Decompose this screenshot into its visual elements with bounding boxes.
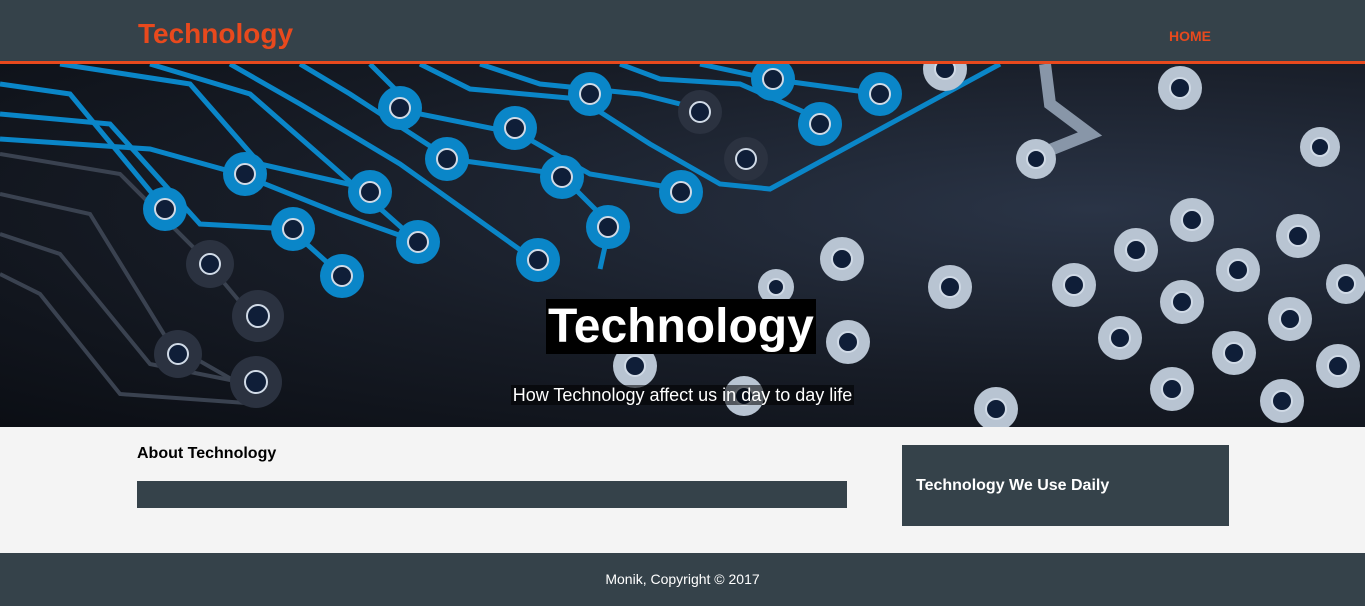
hero-title: Technology [546,299,816,354]
circuit-board-background [0,64,1365,427]
hero-banner: Technology How Technology affect us in d… [0,64,1365,427]
about-heading: About Technology [137,445,277,462]
site-header: Technology HOME [0,0,1365,64]
about-content-bar [137,481,847,508]
site-footer: Monik, Copyright © 2017 [0,553,1365,606]
hero-subtitle: How Technology affect us in day to day l… [510,385,855,405]
sidebar-box: Technology We Use Daily [902,445,1229,526]
sidebar-heading: Technology We Use Daily [916,477,1110,494]
footer-copyright: Monik, Copyright © 2017 [605,571,760,587]
nav-link-home[interactable]: HOME [1169,28,1211,44]
hero-subtitle-wrap: How Technology affect us in day to day l… [0,385,1365,406]
site-logo[interactable]: Technology [138,18,293,50]
main-content: About Technology Technology We Use Daily [0,427,1365,553]
